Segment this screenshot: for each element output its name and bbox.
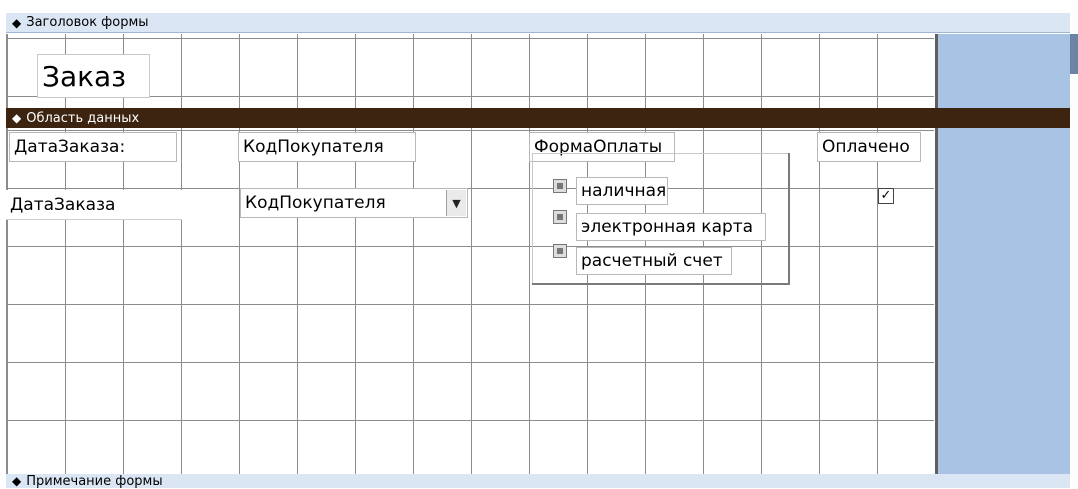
vertical-scrollbar[interactable]	[1070, 34, 1078, 74]
payment-option-account-label[interactable]: расчетный счет	[576, 247, 732, 275]
customer-code-label[interactable]: КодПокупателя	[238, 132, 416, 162]
payment-option-account-toggle[interactable]	[553, 244, 567, 258]
form-header-section-bar[interactable]: ◆ Заголовок формы	[6, 13, 1070, 33]
payment-option-cash-label[interactable]: наличная	[576, 177, 668, 205]
form-design-view: ◆ Заголовок формы Заказ ◆ Область данных…	[0, 0, 1078, 489]
form-title-label[interactable]: Заказ	[37, 54, 150, 98]
payment-option-card-label[interactable]: электронная карта	[576, 213, 766, 241]
detail-section-label: Область данных	[26, 110, 140, 126]
paid-checkbox[interactable]: ✓	[878, 188, 894, 204]
detail-grid[interactable]	[6, 128, 934, 474]
chevron-down-icon[interactable]: ▼	[446, 190, 466, 216]
form-footer-label: Примечание формы	[26, 473, 163, 489]
paid-label[interactable]: Оплачено	[817, 132, 921, 162]
order-date-field[interactable]: ДатаЗаказа	[6, 190, 182, 220]
check-icon: ✓	[880, 188, 892, 203]
detail-section-bar[interactable]: ◆ Область данных	[6, 108, 1070, 128]
section-arrow-icon: ◆	[12, 111, 22, 125]
order-date-label[interactable]: ДатаЗаказа:	[9, 132, 177, 162]
payment-option-card-toggle[interactable]	[553, 210, 567, 224]
customer-code-combo[interactable]: КодПокупателя	[240, 188, 468, 218]
form-header-label: Заголовок формы	[26, 15, 149, 30]
section-arrow-icon: ◆	[12, 15, 22, 30]
detail-side-pane	[935, 128, 1070, 474]
payment-option-cash-toggle[interactable]	[553, 179, 567, 193]
